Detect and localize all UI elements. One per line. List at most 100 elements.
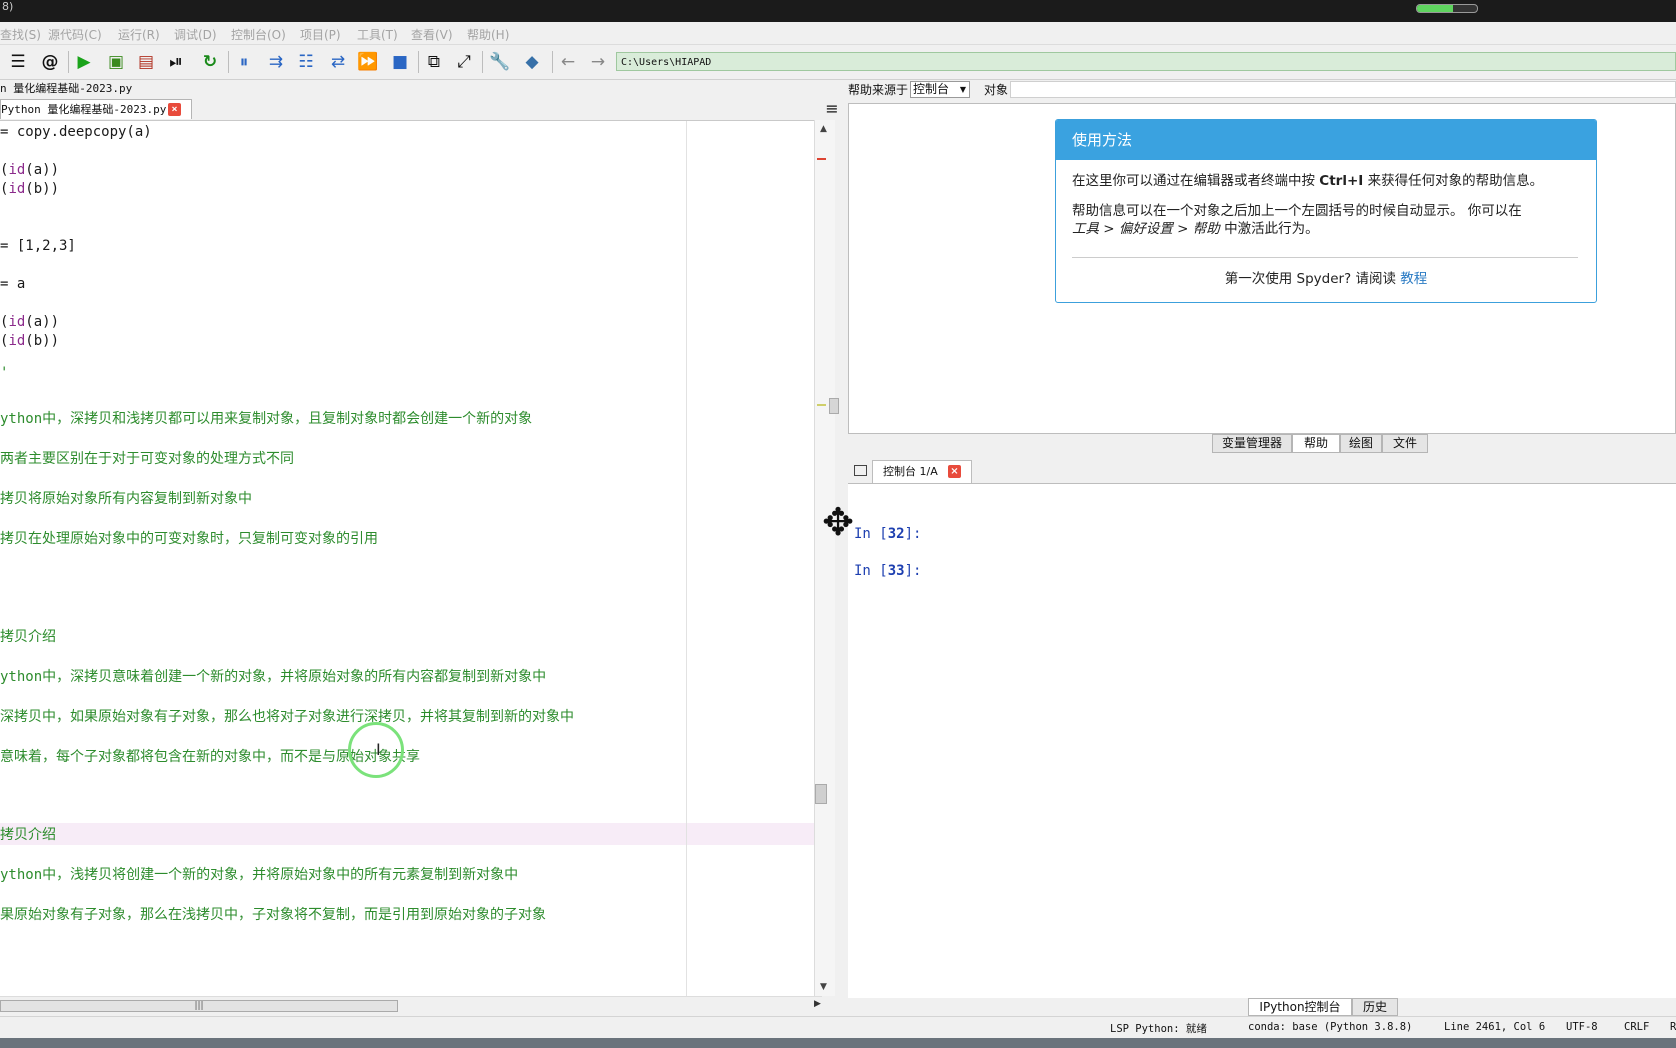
stop-icon[interactable]: ■ (388, 51, 412, 73)
code-editor[interactable]: = copy.deepcopy(a) (id(a)) (id(b)) = [1,… (0, 120, 814, 997)
run-cell-advance-icon[interactable]: ▤ (134, 51, 158, 73)
comment-line: 拷贝将原始对象所有内容复制到新对象中 (0, 491, 252, 507)
back-arrow-icon[interactable]: ← (556, 51, 580, 73)
move-cursor-icon: ✥ (822, 500, 854, 544)
menu-tools[interactable]: 工具(T) (357, 26, 398, 43)
tab-help[interactable]: 帮助 (1292, 434, 1340, 453)
object-input[interactable] (1010, 81, 1676, 98)
object-label: 对象 (984, 83, 1009, 97)
help-pane: 使用方法 在这里你可以通过在编辑器或者终端中按 Ctrl+I 来获得任何对象的帮… (848, 103, 1676, 434)
ipython-console[interactable]: In [32]: In [33]: (848, 484, 1676, 998)
help-source-label: 帮助来源于 (848, 83, 909, 97)
help-source-select[interactable]: 控制台 ▼ (910, 81, 970, 98)
tab-history[interactable]: 历史 (1352, 998, 1398, 1016)
menu-search[interactable]: 查找(S) (0, 26, 41, 43)
window-bottom-strip (0, 1038, 1676, 1048)
file-encoding: UTF-8 (1566, 1021, 1598, 1033)
current-line-highlight (0, 823, 814, 845)
menu-debug[interactable]: 调试(D) (174, 26, 217, 43)
editor-tab[interactable]: Python 量化编程基础-2023.py × (0, 99, 192, 119)
scroll-right-icon[interactable]: ▶ (814, 999, 821, 1009)
text-cursor-icon: I (376, 740, 381, 759)
code-line: = copy.deepcopy(a) (0, 124, 152, 140)
shortcut-key: Ctrl+I (1319, 173, 1364, 189)
menu-run[interactable]: 运行(R) (118, 26, 160, 43)
edge-line (686, 121, 687, 997)
maximize-pane-icon[interactable]: ⧉ (422, 51, 446, 73)
python-path-icon[interactable]: ◆ (520, 51, 544, 73)
menu-bar: 查找(S) 源代码(C) 运行(R) 调试(D) 控制台(O) 项目(P) 工具… (0, 22, 1676, 45)
comment-line: 拷贝介绍 (0, 629, 56, 645)
menu-project[interactable]: 项目(P) (300, 26, 341, 43)
wrench-icon[interactable]: 🔧 (488, 51, 512, 73)
progress-indicator (1416, 4, 1478, 13)
debug-icon[interactable]: ⏸ (232, 51, 256, 73)
comment-line: 拷贝介绍 (0, 827, 56, 843)
console-tabbar: 控制台 1/A × (848, 459, 1676, 484)
usage-para-1: 在这里你可以通过在编辑器或者终端中按 Ctrl+I 来获得任何对象的帮助信息。 (1072, 173, 1544, 189)
line-endings: CRLF (1624, 1021, 1650, 1033)
continue-icon[interactable]: ⏩ (356, 51, 380, 73)
code-line: (id(b)) (0, 181, 60, 197)
conda-env-status: conda: base (Python 3.8.8) (1248, 1021, 1413, 1033)
menu-help[interactable]: 帮助(H) (467, 26, 509, 43)
status-extra: R (1670, 1021, 1676, 1033)
top-strip-text: 8) (2, 0, 14, 13)
scrollbar-thumb[interactable] (815, 784, 827, 804)
step-icon[interactable]: ⇉ (264, 51, 288, 73)
rerun-icon[interactable]: ↻ (198, 51, 222, 73)
editor-options-menu-icon[interactable]: ≡ (824, 101, 840, 117)
console-tab[interactable]: 控制台 1/A × (872, 460, 972, 483)
run-cell-icon[interactable]: ▣ (104, 51, 128, 73)
editor-vertical-scrollbar[interactable]: ▲ ▼ (814, 120, 839, 996)
code-line: (id(b)) (0, 333, 60, 349)
close-console-icon[interactable]: × (948, 465, 961, 478)
code-line: (id(a)) (0, 314, 60, 330)
step-into-icon[interactable]: ☷ (294, 51, 318, 73)
outline-list-icon[interactable]: ☰ (6, 51, 30, 73)
working-directory-input[interactable]: C:\Users\HIAPAD (616, 52, 1676, 71)
tab-files[interactable]: 文件 (1382, 434, 1428, 453)
browse-tabs-icon[interactable] (854, 465, 867, 476)
divider (1072, 257, 1578, 258)
fullscreen-icon[interactable]: ⤢ (452, 51, 476, 73)
editor-file-title: n 量化编程基础-2023.py (0, 82, 133, 95)
tutorial-link[interactable]: 教程 (1400, 271, 1427, 287)
help-toolbar: 帮助来源于 控制台 ▼ 对象 (848, 80, 1676, 100)
forward-arrow-icon[interactable]: → (586, 51, 610, 73)
run-selection-icon[interactable]: ⏯ (164, 51, 188, 73)
usage-footer: 第一次使用 Spyder? 请阅读 教程 (1224, 271, 1428, 287)
pane-tabs: 变量管理器 帮助 绘图 文件 (848, 434, 1676, 454)
scroll-up-icon[interactable]: ▲ (820, 124, 827, 134)
tab-variable-explorer[interactable]: 变量管理器 (1212, 434, 1292, 453)
console-prompt: In [32]: (854, 526, 922, 542)
menu-path: 工具 > 偏好设置 > 帮助 (1072, 221, 1220, 237)
menu-source[interactable]: 源代码(C) (48, 26, 102, 43)
progress-fill (1417, 5, 1453, 12)
close-tab-icon[interactable]: × (168, 103, 181, 116)
tab-plots[interactable]: 绘图 (1340, 434, 1382, 453)
horizontal-scrollbar-thumb[interactable]: ||| (0, 1000, 398, 1012)
scrollbar-thumb[interactable] (829, 398, 839, 414)
usage-card: 使用方法 在这里你可以通过在编辑器或者终端中按 Ctrl+I 来获得任何对象的帮… (1055, 119, 1597, 303)
cursor-position: Line 2461, Col 6 (1444, 1021, 1546, 1033)
comment-line: ython中，浅拷贝将创建一个新的对象，并将原始对象中的所有元素复制到新对象中 (0, 867, 519, 883)
run-icon[interactable]: ▶ (72, 51, 96, 73)
scroll-down-icon[interactable]: ▼ (820, 982, 827, 992)
menu-view[interactable]: 查看(V) (411, 26, 453, 43)
console-prompt: In [33]: (854, 563, 922, 579)
at-symbol-icon[interactable]: @ (38, 51, 62, 73)
editor-horizontal-scrollbar[interactable]: ||| ▶ (0, 996, 822, 1015)
comment-line: 拷贝在处理原始对象中的可变对象时，只复制可变对象的引用 (0, 531, 378, 547)
status-bar: LSP Python: 就绪 conda: base (Python 3.8.8… (0, 1016, 1676, 1039)
step-return-icon[interactable]: ⇄ (326, 51, 350, 73)
tab-ipython-console[interactable]: IPython控制台 (1248, 998, 1352, 1016)
comment-line: 两者主要区别在于对于可变对象的处理方式不同 (0, 451, 294, 467)
code-line: (id(a)) (0, 162, 60, 178)
menu-console[interactable]: 控制台(O) (231, 26, 286, 43)
video-top-strip: 8) (0, 0, 1676, 22)
warning-marker (817, 404, 826, 406)
console-bottom-tabs: IPython控制台 历史 (848, 998, 1676, 1016)
editor-tab-label: Python 量化编程基础-2023.py (1, 103, 167, 116)
help-source-value: 控制台 (913, 82, 950, 96)
